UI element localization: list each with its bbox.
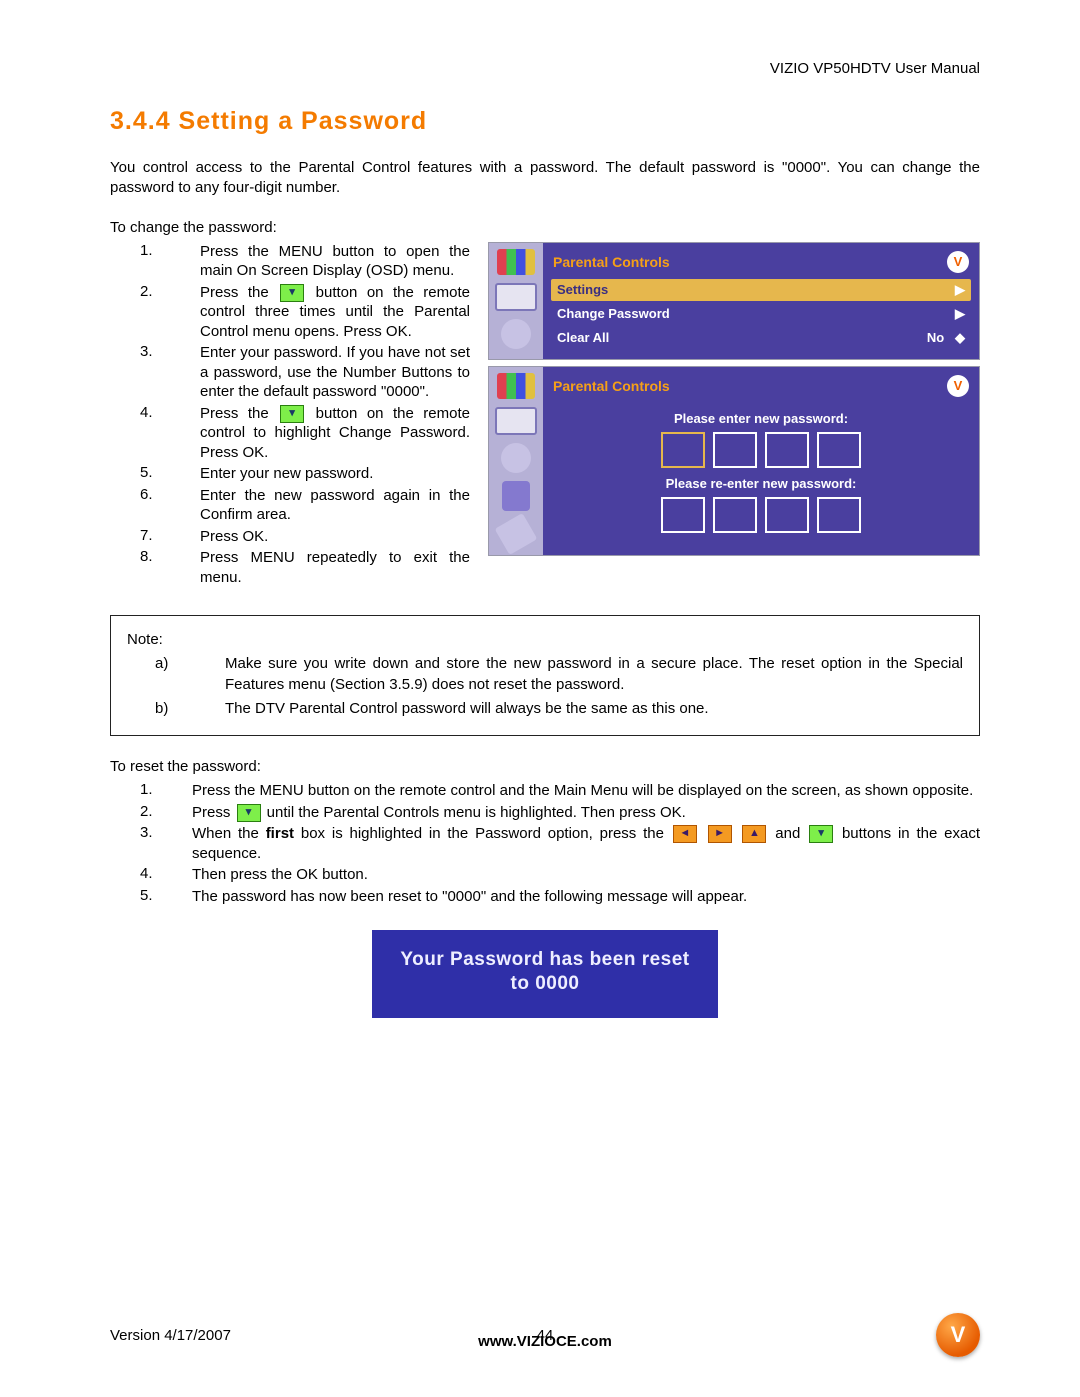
step-text: Enter the new password again in the Conf… <box>200 486 470 525</box>
password-digit[interactable] <box>713 497 757 533</box>
note-text: The DTV Parental Control password will a… <box>225 699 709 719</box>
step-number: 6. <box>110 486 200 525</box>
step-text: Press OK. <box>200 527 470 547</box>
step-number: 7. <box>110 527 200 547</box>
picture-icon <box>497 373 535 399</box>
password-boxes[interactable] <box>551 432 971 468</box>
picture-icon <box>497 249 535 275</box>
chevron-right-icon: ▶ <box>955 306 965 322</box>
step-number: 3. <box>110 824 192 863</box>
step-text: Press the MENU button on the remote cont… <box>192 781 980 801</box>
password-digit[interactable] <box>661 497 705 533</box>
step-text: The password has now been reset to "0000… <box>192 887 980 907</box>
chevron-right-icon: ▶ <box>955 282 965 298</box>
audio-icon <box>501 443 531 473</box>
step-text: Press the ▾ button on the remote control… <box>200 404 470 463</box>
osd-column: Parental Controls V Settings▶ Change Pas… <box>488 242 980 556</box>
audio-icon <box>501 319 531 349</box>
vizio-badge-icon: V <box>947 375 969 397</box>
change-password-label: To change the password: <box>110 219 980 236</box>
intro-paragraph: You control access to the Parental Contr… <box>110 158 980 199</box>
step-text: Enter your new password. <box>200 464 470 484</box>
header-product: VIZIO VP50HDTV User Manual <box>110 60 980 77</box>
step-text: Press the ▾ button on the remote control… <box>200 283 470 342</box>
reset-password-label: To reset the password: <box>110 758 980 775</box>
footer-url: www.VIZIOCE.com <box>110 1333 980 1350</box>
step-text: Then press the OK button. <box>192 865 980 885</box>
password-digit[interactable] <box>661 432 705 468</box>
step-text: Press the MENU button to open the main O… <box>200 242 470 281</box>
step-number: 5. <box>110 887 192 907</box>
step-number: 1. <box>110 781 192 801</box>
footer: Version 4/17/2007 44 www.VIZIOCE.com V <box>110 1313 980 1357</box>
password-digit[interactable] <box>765 432 809 468</box>
two-column-region: 1.Press the MENU button to open the main… <box>110 242 980 590</box>
password-digit[interactable] <box>713 432 757 468</box>
step-number: 4. <box>110 865 192 885</box>
setup-icon <box>495 513 538 555</box>
note-label: a) <box>127 654 225 695</box>
remote-down-icon: ▾ <box>280 405 304 423</box>
remote-down-icon: ▾ <box>809 825 833 843</box>
note-text: Make sure you write down and store the n… <box>225 654 963 695</box>
password-digit[interactable] <box>817 497 861 533</box>
osd-title: Parental Controls <box>553 378 670 394</box>
section-heading: 3.4.4 Setting a Password <box>110 107 980 136</box>
remote-down-icon: ▾ <box>237 804 261 822</box>
osd-title: Parental Controls <box>553 254 670 270</box>
page: VIZIO VP50HDTV User Manual 3.4.4 Setting… <box>0 0 1080 1397</box>
tv-icon <box>495 283 537 311</box>
steps-column: 1.Press the MENU button to open the main… <box>110 242 470 590</box>
note-label: b) <box>127 699 225 719</box>
osd-panel-1: Parental Controls V Settings▶ Change Pas… <box>488 242 980 360</box>
password-digit[interactable] <box>817 432 861 468</box>
confirm-password-boxes[interactable] <box>551 497 971 533</box>
osd-row-settings[interactable]: Settings▶ <box>551 279 971 301</box>
remote-right-icon: ► <box>708 825 732 843</box>
remote-left-icon: ◄ <box>673 825 697 843</box>
remote-up-icon: ▲ <box>742 825 766 843</box>
step-text: Enter your password. If you have not set… <box>200 343 470 402</box>
remote-down-icon: ▾ <box>280 284 304 302</box>
reenter-password-prompt: Please re-enter new password: <box>551 476 971 491</box>
step-number: 8. <box>110 548 200 587</box>
step-number: 2. <box>110 283 200 342</box>
step-number: 2. <box>110 803 192 823</box>
password-digit[interactable] <box>765 497 809 533</box>
tv-icon <box>495 407 537 435</box>
enter-password-prompt: Please enter new password: <box>551 411 971 426</box>
step-text: When the first box is highlighted in the… <box>192 824 980 863</box>
step-number: 5. <box>110 464 200 484</box>
lock-icon <box>502 481 530 511</box>
reset-confirmation-banner: Your Password has been reset to 0000 <box>372 930 718 1018</box>
step-number: 4. <box>110 404 200 463</box>
reset-steps: 1.Press the MENU button on the remote co… <box>110 781 980 906</box>
step-number: 3. <box>110 343 200 402</box>
note-title: Note: <box>127 630 963 650</box>
step-number: 1. <box>110 242 200 281</box>
osd-sidebar <box>489 243 543 359</box>
osd-value: No ◆ <box>927 330 965 346</box>
osd-row-change-password[interactable]: Change Password▶ <box>551 303 971 325</box>
step-text: Press ▾ until the Parental Controls menu… <box>192 803 980 823</box>
osd-sidebar <box>489 367 543 555</box>
osd-panel-2: Parental Controls V Please enter new pas… <box>488 366 980 556</box>
osd-row-clear-all[interactable]: Clear AllNo ◆ <box>551 327 971 349</box>
vizio-badge-icon: V <box>947 251 969 273</box>
note-box: Note: a)Make sure you write down and sto… <box>110 615 980 736</box>
step-text: Press MENU repeatedly to exit the menu. <box>200 548 470 587</box>
